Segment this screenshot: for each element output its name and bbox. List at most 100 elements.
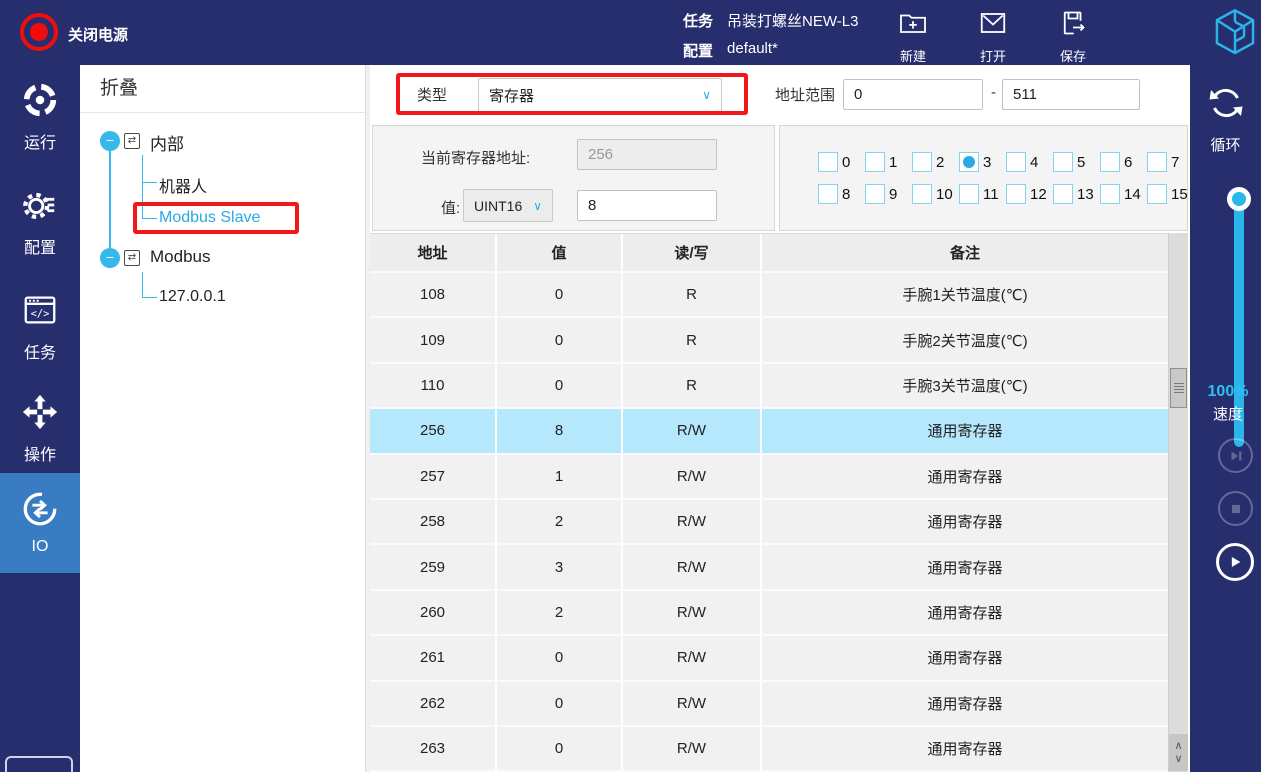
open-file-icon [977,8,1009,43]
bit-checkbox-0[interactable]: 0 [818,152,865,172]
checkbox-icon[interactable] [959,184,979,204]
bit-label: 1 [889,154,897,171]
bit-checkbox-15[interactable]: 15 [1147,184,1194,204]
bit-checkbox-12[interactable]: 12 [1006,184,1053,204]
sidebar-item-task[interactable]: </> 任务 [0,285,80,369]
table-row-259[interactable]: 2593R/W通用寄存器 [370,545,1168,590]
checkbox-icon[interactable] [1147,152,1167,172]
open-button[interactable]: 打开 [965,8,1021,65]
checkbox-icon[interactable] [1100,152,1120,172]
type-select[interactable]: 寄存器 ∨ [478,78,722,112]
table-row-109[interactable]: 1090R手腕2关节温度(℃) [370,318,1168,363]
bit-label: 15 [1171,186,1188,203]
bit-checkbox-10[interactable]: 10 [912,184,959,204]
step-forward-button[interactable] [1218,438,1253,473]
range-from-input[interactable] [843,79,983,110]
table-row-258[interactable]: 2582R/W通用寄存器 [370,500,1168,545]
play-icon [1226,553,1244,571]
table-row-108[interactable]: 1080R手腕1关节温度(℃) [370,273,1168,318]
checkbox-icon[interactable] [1006,152,1026,172]
bit-label: 5 [1077,154,1085,171]
value-type-select[interactable]: UINT16 ∨ [463,189,553,222]
bottom-corner-widget[interactable] [5,756,73,772]
scrollbar-thumb[interactable] [1170,368,1187,408]
loop-mode-button[interactable]: 循环 [1190,83,1261,155]
tree-node-internal[interactable]: 内部 [150,130,184,155]
svg-text:</>: </> [31,308,50,320]
bit-checkbox-5[interactable]: 5 [1053,152,1100,172]
table-cell: 通用寄存器 [762,727,1168,770]
table-scrollbar[interactable]: ∧ ∨ [1168,233,1188,772]
table-row-262[interactable]: 2620R/W通用寄存器 [370,682,1168,727]
table-row-261[interactable]: 2610R/W通用寄存器 [370,636,1168,681]
checkbox-icon[interactable] [818,152,838,172]
sidebar-item-io[interactable]: IO [0,473,80,573]
power-button-label[interactable]: 关闭电源 [68,24,128,45]
table-cell: 手腕1关节温度(℃) [762,273,1168,316]
checkbox-icon[interactable] [912,184,932,204]
table-cell: 0 [497,273,623,316]
checkbox-icon[interactable] [1053,184,1073,204]
tree-connector [142,155,143,218]
checkbox-icon[interactable] [865,152,885,172]
bit-checkbox-4[interactable]: 4 [1006,152,1053,172]
bit-checkbox-14[interactable]: 14 [1100,184,1147,204]
task-label: 任务 [683,10,713,31]
speed-slider-knob[interactable] [1227,187,1251,211]
save-button[interactable]: 保存 [1045,8,1101,65]
collapse-button[interactable]: 折叠 [80,65,365,113]
scroll-down-icon[interactable]: ∨ [1174,753,1182,766]
bit-checkbox-6[interactable]: 6 [1100,152,1147,172]
tree-leaf-robot[interactable]: 机器人 [159,173,207,197]
bit-label: 0 [842,154,850,171]
bit-checkbox-2[interactable]: 2 [912,152,959,172]
tree-leaf-modbus-slave[interactable]: Modbus Slave [159,209,260,227]
checkbox-icon[interactable] [1006,184,1026,204]
value-input[interactable] [577,190,717,221]
checkbox-icon[interactable] [1053,152,1073,172]
bit-checkbox-11[interactable]: 11 [959,184,1006,204]
scrollbar-arrows[interactable]: ∧ ∨ [1169,734,1188,771]
table-row-260[interactable]: 2602R/W通用寄存器 [370,591,1168,636]
tree-leaf-127001[interactable]: 127.0.0.1 [159,288,226,306]
checkbox-icon[interactable] [1147,184,1167,204]
speed-label: 速度 [1198,403,1258,424]
bit-panel: 01234567 89101112131415 [779,125,1188,231]
table-row-110[interactable]: 1100R手腕3关节温度(℃) [370,364,1168,409]
sidebar-item-run[interactable]: 运行 [0,75,80,159]
checkbox-icon[interactable] [818,184,838,204]
new-button[interactable]: 新建 [885,8,941,65]
checkbox-icon[interactable] [959,152,979,172]
tree-node-modbus[interactable]: Modbus [150,247,210,267]
register-table: 地址 值 读/写 备注 1080R手腕1关节温度(℃)1090R手腕2关节温度(… [370,233,1168,772]
bit-checkbox-3[interactable]: 3 [959,152,1006,172]
checkbox-icon[interactable] [912,152,932,172]
scroll-up-icon[interactable]: ∧ [1174,740,1182,753]
tree-toggle-internal[interactable]: − [100,131,120,151]
table-row-263[interactable]: 2630R/W通用寄存器 [370,727,1168,772]
stop-button[interactable] [1218,491,1253,526]
bit-checkbox-1[interactable]: 1 [865,152,912,172]
table-cell: 通用寄存器 [762,636,1168,679]
value-label: 值: [441,197,460,218]
tree-toggle-modbus[interactable]: − [100,248,120,268]
bit-checkbox-7[interactable]: 7 [1147,152,1194,172]
table-row-257[interactable]: 2571R/W通用寄存器 [370,455,1168,500]
new-button-label: 新建 [900,46,926,65]
checkbox-icon[interactable] [865,184,885,204]
table-cell: 108 [370,273,497,316]
table-cell: R/W [623,409,762,452]
power-icon[interactable] [20,13,58,51]
bit-checkbox-13[interactable]: 13 [1053,184,1100,204]
play-button[interactable] [1216,543,1254,581]
value-type-value: UINT16 [474,198,522,214]
range-to-input[interactable] [1002,79,1140,110]
bit-checkbox-9[interactable]: 9 [865,184,912,204]
save-button-label: 保存 [1060,46,1086,65]
bit-label: 14 [1124,186,1141,203]
sidebar-item-config[interactable]: 配置 [0,180,80,264]
bit-checkbox-8[interactable]: 8 [818,184,865,204]
checkbox-icon[interactable] [1100,184,1120,204]
sidebar-item-operate[interactable]: 操作 [0,387,80,471]
table-row-256[interactable]: 2568R/W通用寄存器 [370,409,1168,454]
